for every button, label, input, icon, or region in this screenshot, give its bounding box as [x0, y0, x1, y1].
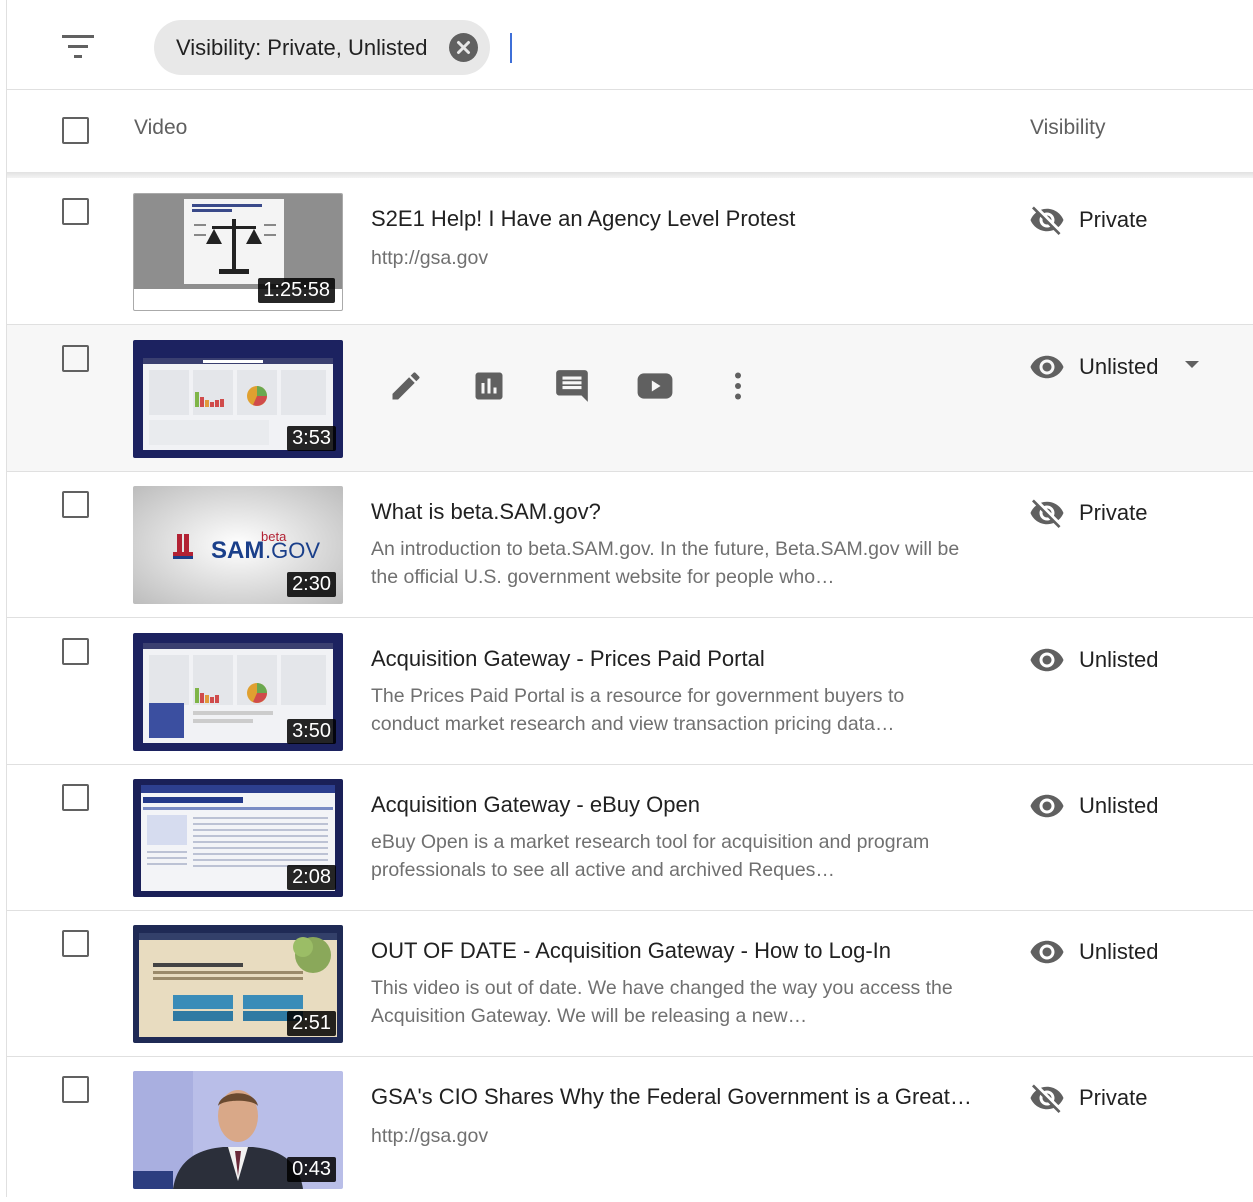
video-title[interactable]: S2E1 Help! I Have an Agency Level Protes… [371, 206, 795, 232]
row-checkbox[interactable] [62, 345, 89, 372]
youtube-icon[interactable] [634, 365, 676, 407]
visibility-label: Private [1079, 1085, 1148, 1110]
video-row[interactable]: 3:50 Acquisition Gateway - Prices Paid P… [7, 618, 1253, 765]
visibility-label: Private [1079, 207, 1148, 232]
close-circle-icon[interactable] [449, 33, 478, 62]
video-title[interactable]: OUT OF DATE - Acquisition Gateway - How … [371, 938, 891, 964]
video-title[interactable]: GSA's CIO Shares Why the Federal Governm… [371, 1084, 972, 1110]
video-description: http://gsa.gov [371, 247, 489, 269]
select-all-checkbox[interactable] [62, 117, 89, 144]
video-thumbnail[interactable]: 1:25:58 [133, 193, 343, 311]
visibility-status[interactable]: Private [1029, 202, 1147, 238]
visibility-status[interactable]: Private [1029, 1080, 1147, 1116]
video-thumbnail[interactable]: 2:08 [133, 779, 343, 897]
row-checkbox[interactable] [62, 198, 89, 225]
more-vert-icon[interactable] [717, 365, 759, 407]
row-checkbox[interactable] [62, 784, 89, 811]
svg-text:SAM: SAM [211, 537, 264, 564]
eye-off-icon [1030, 499, 1064, 528]
video-row[interactable]: 2:08 Acquisition Gateway - eBuy Open eBu… [7, 764, 1253, 911]
visibility-status[interactable]: Unlisted [1029, 788, 1158, 824]
video-duration: 2:30 [287, 572, 336, 597]
visibility-status[interactable]: Unlisted [1029, 934, 1158, 970]
row-checkbox[interactable] [62, 638, 89, 665]
video-duration: 2:51 [287, 1011, 336, 1036]
row-checkbox[interactable] [62, 930, 89, 957]
comments-icon[interactable] [551, 365, 593, 407]
visibility-label: Unlisted [1079, 939, 1159, 964]
visibility-label: Unlisted [1079, 354, 1159, 379]
row-checkbox[interactable] [62, 491, 89, 518]
video-duration: 1:25:58 [258, 278, 335, 303]
edit-icon[interactable] [385, 365, 427, 407]
visibility-label: Unlisted [1079, 647, 1159, 672]
eye-icon [1030, 794, 1064, 818]
video-thumbnail[interactable]: 3:50 [133, 633, 343, 751]
video-row[interactable]: SAM .GOV beta 2:30 What is beta.SAM.gov?… [7, 471, 1253, 618]
video-row[interactable]: 3:53 Unlisted [7, 325, 1253, 472]
video-title[interactable]: Acquisition Gateway - eBuy Open [371, 792, 700, 818]
filter-list-icon[interactable] [62, 35, 94, 64]
analytics-icon[interactable] [468, 365, 510, 407]
video-title[interactable]: What is beta.SAM.gov? [371, 499, 601, 525]
video-description: The Prices Paid Portal is a resource for… [371, 685, 905, 735]
table-header: Video Visibility [7, 90, 1253, 173]
column-header-video[interactable]: Video [134, 116, 187, 140]
filter-bar: Visibility: Private, Unlisted [7, 0, 1253, 90]
video-description: http://gsa.gov [371, 1125, 489, 1147]
visibility-label: Unlisted [1079, 793, 1159, 818]
video-duration: 0:43 [287, 1157, 336, 1182]
video-thumbnail[interactable]: 3:53 [133, 340, 343, 458]
video-duration: 2:08 [287, 865, 336, 890]
eye-icon [1030, 648, 1064, 672]
video-duration: 3:53 [287, 426, 336, 451]
video-thumbnail[interactable]: 2:51 [133, 925, 343, 1043]
video-thumbnail[interactable]: SAM .GOV beta 2:30 [133, 486, 343, 604]
video-row[interactable]: 0:43 GSA's CIO Shares Why the Federal Go… [7, 1056, 1253, 1202]
visibility-status[interactable]: Unlisted [1029, 642, 1158, 678]
video-thumbnail[interactable]: 0:43 [133, 1071, 343, 1189]
video-description: This video is out of date. We have chang… [371, 977, 953, 1027]
row-checkbox[interactable] [62, 1076, 89, 1103]
video-duration: 3:50 [287, 719, 336, 744]
thumb-beta-label: beta [261, 529, 287, 544]
visibility-dropdown[interactable]: Unlisted [1029, 349, 1158, 385]
video-title[interactable]: Acquisition Gateway - Prices Paid Portal [371, 646, 765, 672]
eye-off-icon [1030, 1084, 1064, 1113]
video-row[interactable]: 1:25:58 S2E1 Help! I Have an Agency Leve… [7, 178, 1253, 325]
video-description: eBuy Open is a market research tool for … [371, 831, 930, 881]
column-header-visibility[interactable]: Visibility [1030, 116, 1105, 140]
chevron-down-icon[interactable] [1185, 361, 1199, 368]
video-description: An introduction to beta.SAM.gov. In the … [371, 538, 960, 588]
filter-input-caret[interactable] [510, 33, 512, 63]
video-row[interactable]: 2:51 OUT OF DATE - Acquisition Gateway -… [7, 910, 1253, 1057]
visibility-label: Private [1079, 500, 1148, 525]
row-actions [385, 365, 800, 407]
eye-off-icon [1030, 206, 1064, 235]
visibility-filter-chip[interactable]: Visibility: Private, Unlisted [154, 20, 490, 75]
eye-icon [1030, 940, 1064, 964]
filter-chip-label: Visibility: Private, Unlisted [176, 34, 428, 60]
visibility-status[interactable]: Private [1029, 495, 1147, 531]
eye-icon [1030, 355, 1064, 379]
